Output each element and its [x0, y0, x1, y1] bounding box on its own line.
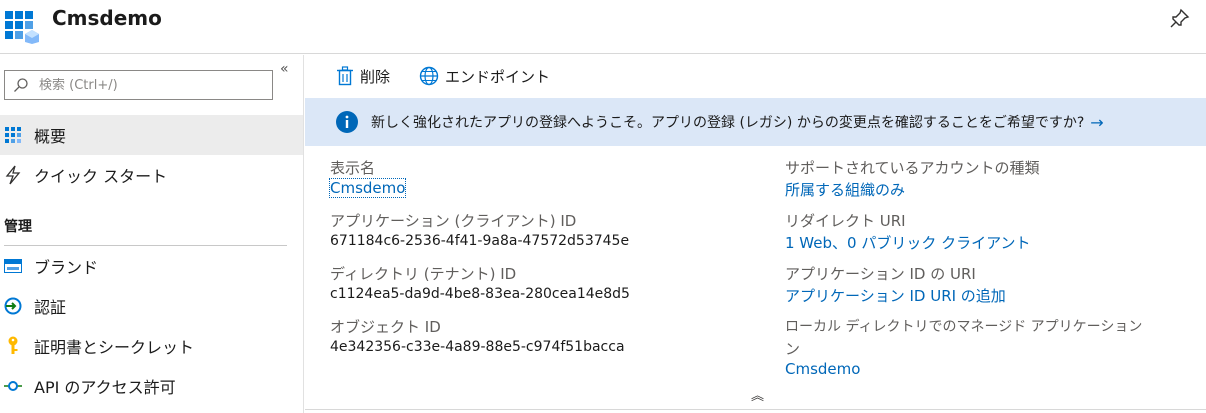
- sidebar-item-label: ブランド: [34, 258, 99, 277]
- sidebar-item-certificates[interactable]: 証明書とシークレット: [0, 326, 303, 366]
- sidebar-item-quickstart[interactable]: クイック スタート: [0, 155, 303, 195]
- sidebar-item-label: 概要: [34, 127, 67, 146]
- sidebar: « 概要 クイック スタート 管理: [0, 55, 304, 413]
- tenant-id-label: ディレクトリ (テナント) ID: [330, 265, 517, 283]
- key-icon: [4, 336, 22, 355]
- page-title: Cmsdemo: [52, 6, 162, 30]
- main-content: 削除 エンドポイント 新しく強化されたアプリの登録へようこそ。アプリの登録 (レ…: [305, 55, 1206, 413]
- account-types-label: サポートされているアカウントの種類: [785, 159, 1040, 177]
- banner-text: 新しく強化されたアプリの登録へようこそ。アプリの登録 (レガシ) からの変更点を…: [371, 115, 1085, 131]
- client-id-label: アプリケーション (クライアント) ID: [330, 212, 577, 230]
- search-input[interactable]: [39, 77, 259, 93]
- collapse-essentials-button[interactable]: ︽: [751, 385, 764, 404]
- authentication-icon: [4, 297, 22, 315]
- tenant-id-value: c1124ea5-da9d-4be8-83ea-280cea14e8d5: [330, 286, 630, 302]
- sidebar-item-label: 認証: [34, 298, 67, 317]
- account-types-link[interactable]: 所属する組織のみ: [785, 179, 905, 200]
- sidebar-item-label: 証明書とシークレット: [34, 338, 195, 357]
- sidebar-item-authentication[interactable]: 認証: [0, 286, 303, 326]
- divider: [305, 409, 1206, 410]
- info-icon: [336, 111, 358, 133]
- command-bar: 削除 エンドポイント: [305, 55, 1206, 97]
- arrow-right-icon[interactable]: →: [1090, 113, 1103, 132]
- lightning-icon: [4, 165, 22, 185]
- trash-icon: [337, 66, 353, 86]
- display-name-label: 表示名: [330, 159, 376, 177]
- object-id-value: 4e342356-c33e-4a89-88e5-c974f51bacca: [330, 339, 625, 355]
- sidebar-item-label: クイック スタート: [34, 167, 168, 186]
- api-permissions-icon: [4, 377, 22, 395]
- sidebar-item-api-permissions[interactable]: API のアクセス許可: [0, 366, 303, 406]
- info-banner[interactable]: 新しく強化されたアプリの登録へようこそ。アプリの登録 (レガシ) からの変更点を…: [305, 98, 1206, 146]
- endpoints-button[interactable]: エンドポイント: [419, 64, 550, 88]
- search-icon: [14, 78, 28, 92]
- overview-grid-icon: [4, 126, 22, 144]
- app-id-uri-link[interactable]: アプリケーション ID URI の追加: [785, 285, 1006, 306]
- section-heading-manage: 管理: [4, 219, 32, 235]
- managed-app-link[interactable]: Cmsdemo: [785, 360, 860, 378]
- delete-button[interactable]: 削除: [336, 64, 390, 88]
- globe-icon: [419, 66, 439, 86]
- pin-icon[interactable]: [1168, 8, 1190, 30]
- endpoints-label: エンドポイント: [445, 67, 551, 86]
- page-header: Cmsdemo: [0, 0, 1206, 54]
- managed-app-label-wrap: ン: [785, 340, 801, 358]
- display-name-link[interactable]: Cmsdemo: [328, 178, 407, 198]
- app-id-uri-label: アプリケーション ID の URI: [785, 265, 976, 283]
- sidebar-item-label: API のアクセス許可: [34, 378, 176, 397]
- client-id-value: 671184c6-2536-4f41-9a8a-47572d53745e: [330, 233, 630, 249]
- redirect-uri-label: リダイレクト URI: [785, 212, 906, 230]
- sidebar-search[interactable]: [4, 70, 273, 100]
- object-id-label: オブジェクト ID: [330, 318, 441, 336]
- app-registration-icon: [5, 11, 39, 44]
- redirect-uri-link[interactable]: 1 Web、0 パブリック クライアント: [785, 232, 1031, 253]
- managed-app-label: ローカル ディレクトリでのマネージド アプリケーション: [785, 319, 1143, 335]
- collapse-sidebar-button[interactable]: «: [280, 61, 289, 77]
- sidebar-item-branding[interactable]: ブランド: [0, 246, 303, 286]
- sidebar-item-overview[interactable]: 概要: [0, 115, 303, 155]
- delete-label: 削除: [360, 67, 391, 86]
- branding-icon: [4, 257, 22, 275]
